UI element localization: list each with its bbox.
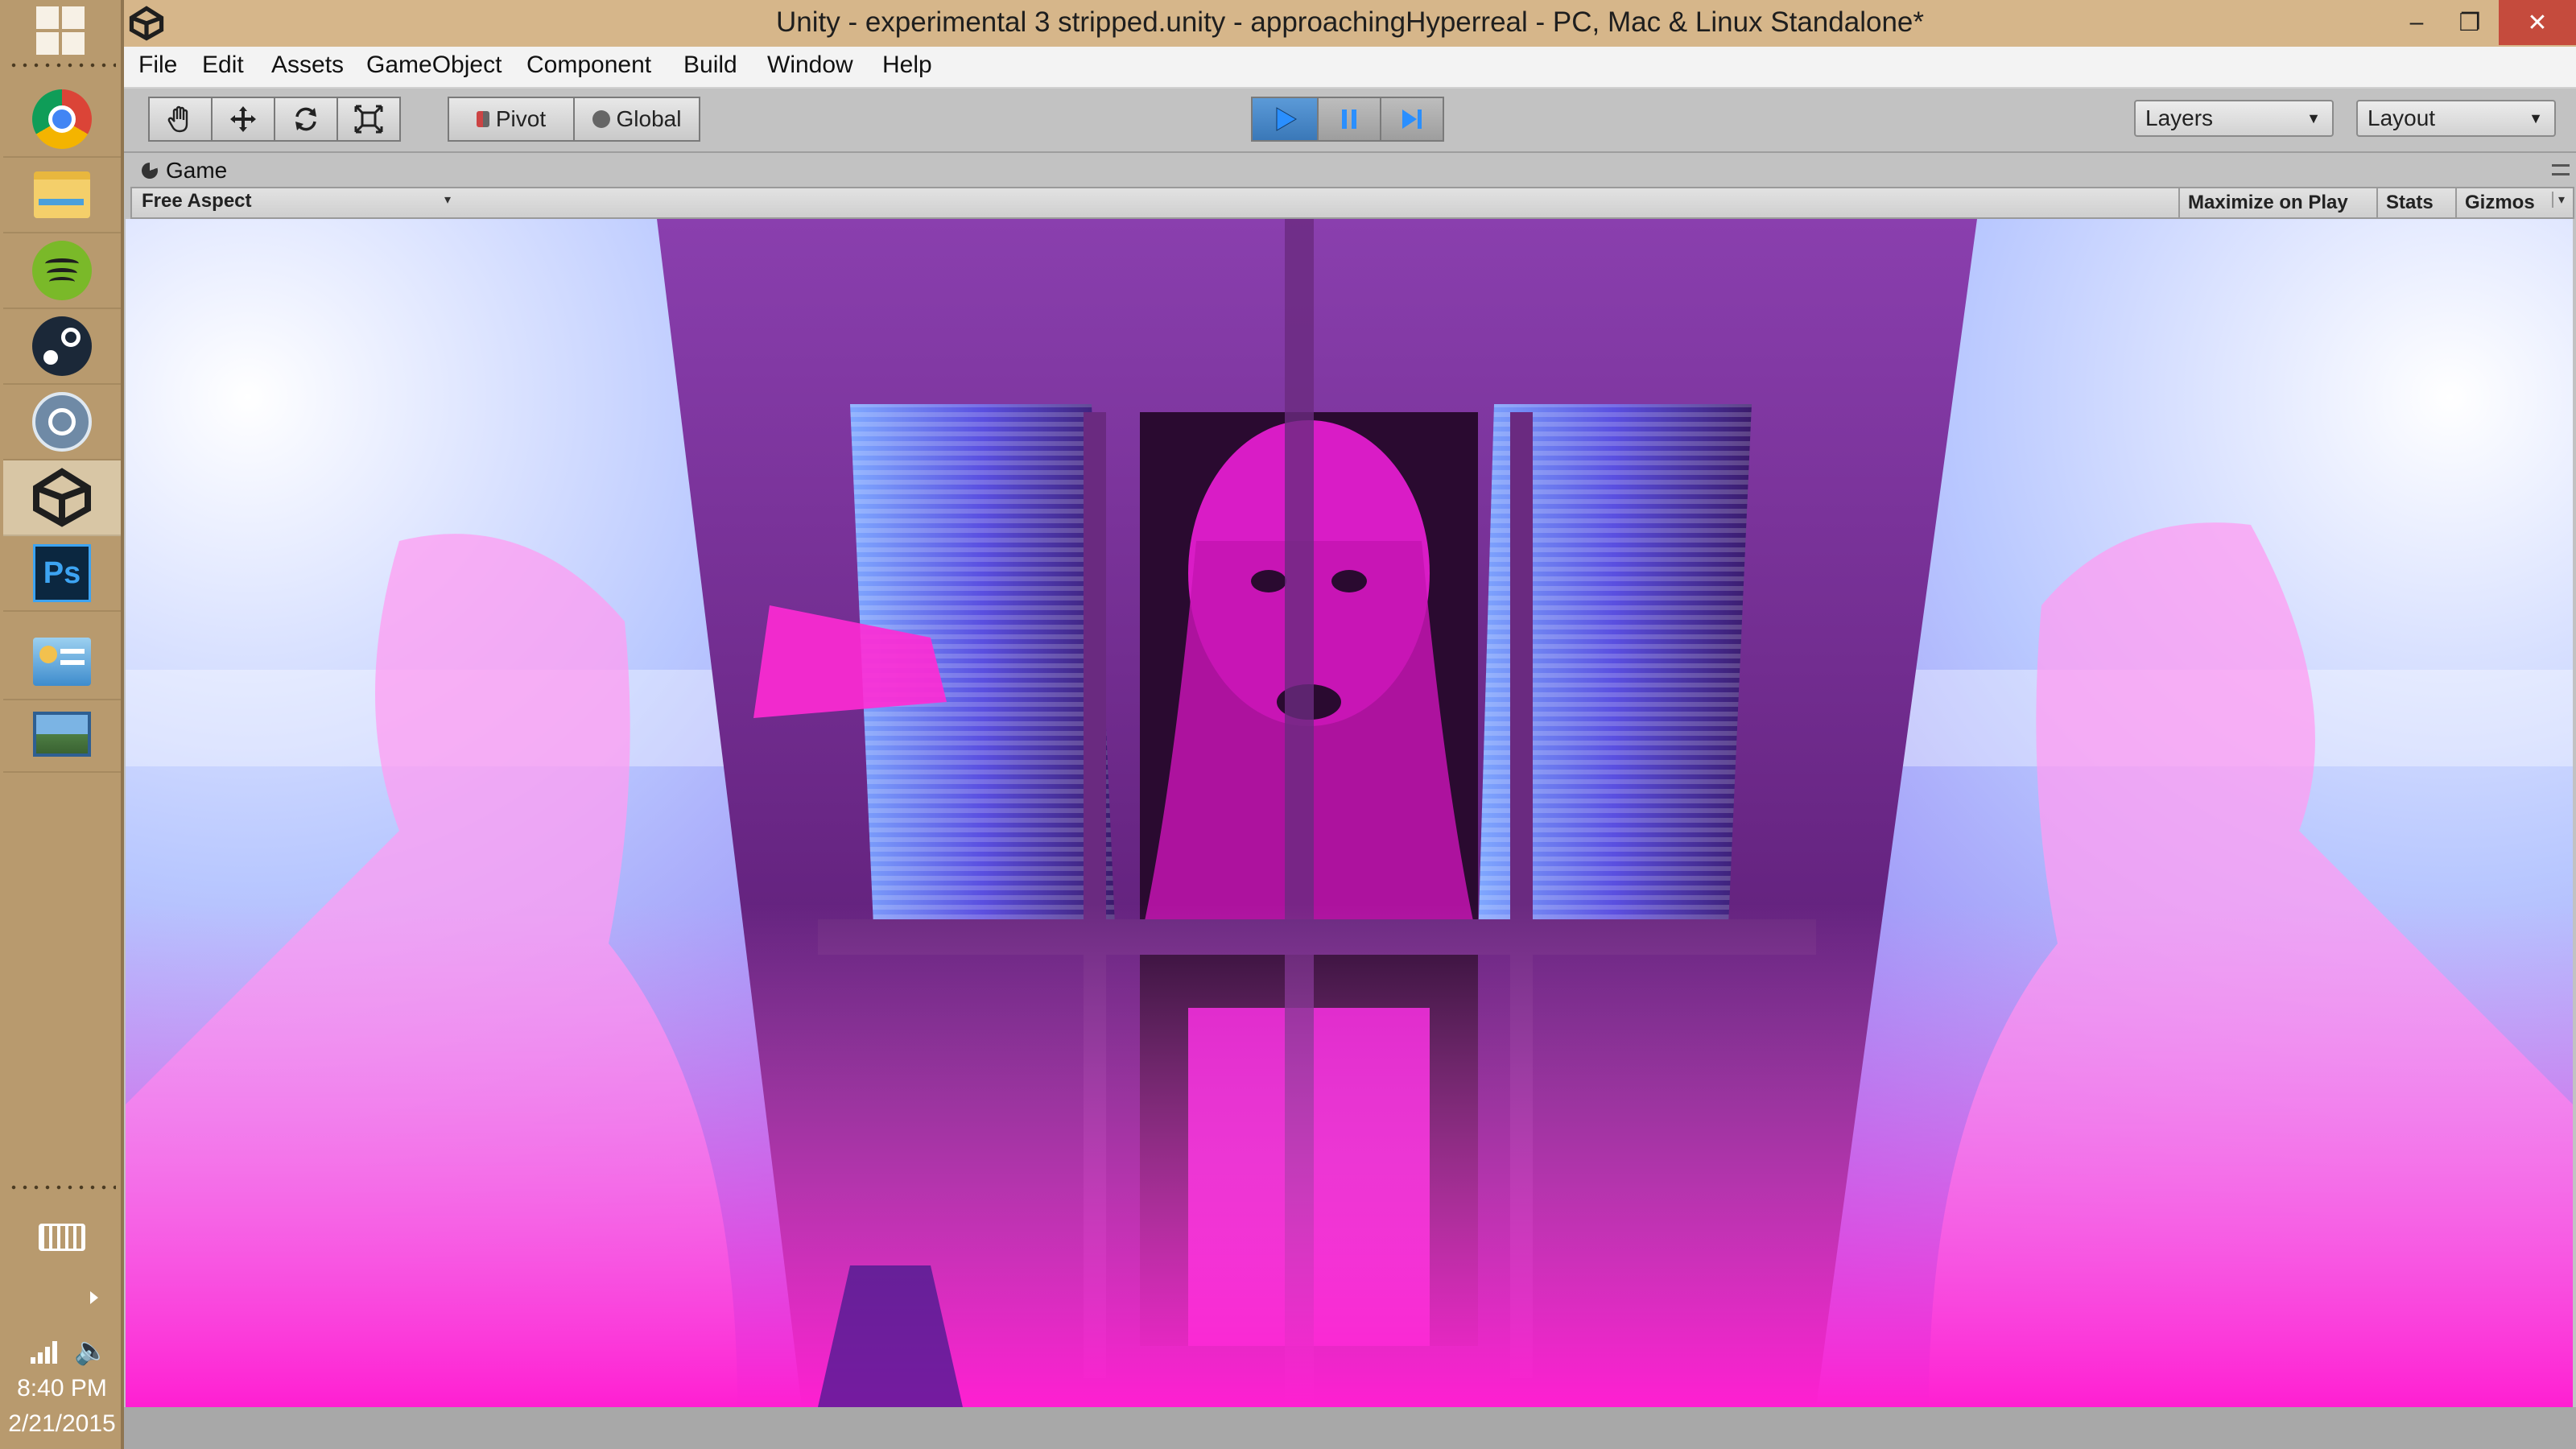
- globe-icon: [592, 110, 610, 128]
- game-viewport[interactable]: [126, 219, 2573, 1407]
- chevron-down-icon: ▼: [2306, 110, 2321, 126]
- gizmos-dropdown[interactable]: Gizmos: [2455, 188, 2562, 217]
- tab-game[interactable]: Game: [142, 156, 227, 185]
- steam-icon: [32, 316, 92, 376]
- rotate-icon: [295, 107, 316, 131]
- clock-date[interactable]: 2/21/2015: [0, 1410, 124, 1438]
- taskbar-app-monodevelop[interactable]: [3, 385, 121, 460]
- layers-label: Layers: [2145, 105, 2214, 130]
- title-bar[interactable]: Unity - experimental 3 stripped.unity - …: [124, 0, 2576, 47]
- menu-edit[interactable]: Edit: [202, 52, 244, 79]
- close-button[interactable]: ✕: [2499, 0, 2576, 45]
- taskbar-gripper-bottom: [8, 1185, 116, 1190]
- taskbar-app-chrome[interactable]: [3, 82, 121, 158]
- clock-time[interactable]: 8:40 PM: [0, 1375, 124, 1402]
- tab-game-label: Game: [166, 158, 228, 183]
- game-pacman-icon: [142, 163, 158, 179]
- pause-icon: [1342, 109, 1356, 129]
- volume-icon[interactable]: 🔈: [74, 1335, 108, 1367]
- menu-file[interactable]: File: [138, 52, 177, 79]
- taskbar-gripper: [8, 63, 116, 68]
- windows-logo-icon: [36, 6, 59, 29]
- menu-component[interactable]: Component: [526, 52, 651, 79]
- play-button[interactable]: [1251, 97, 1319, 142]
- pivot-toggle[interactable]: Pivot: [448, 97, 575, 142]
- scale-icon: [354, 105, 383, 134]
- windows-logo-icon-part: [36, 32, 59, 55]
- global-toggle[interactable]: Global: [573, 97, 700, 142]
- move-arrows-icon: [230, 106, 256, 132]
- hand-icon: [167, 105, 188, 133]
- status-bar: [124, 1407, 2576, 1449]
- menu-help[interactable]: Help: [882, 52, 932, 79]
- pivot-label: Pivot: [495, 106, 547, 131]
- spotify-icon: [32, 241, 92, 300]
- taskbar-app-explorer[interactable]: [3, 158, 121, 233]
- layout-label: Layout: [2368, 105, 2436, 130]
- game-scene-render: [126, 219, 2573, 1407]
- photoshop-icon: Ps: [33, 544, 91, 602]
- taskbar-app-steam[interactable]: [3, 309, 121, 385]
- panel-menu-icon[interactable]: [2552, 164, 2570, 175]
- toolbar: Pivot Global Layers ▼ Layout ▼: [124, 89, 2576, 153]
- photo-viewer-icon: [33, 712, 91, 757]
- menu-window[interactable]: Window: [767, 52, 853, 79]
- restore-button[interactable]: ❐: [2442, 0, 2497, 45]
- windows-logo-icon-part: [62, 32, 85, 55]
- step-button[interactable]: [1380, 97, 1444, 142]
- keyboard-icon[interactable]: [39, 1224, 85, 1251]
- menu-gameobject[interactable]: GameObject: [366, 52, 502, 79]
- chrome-icon: [32, 89, 92, 149]
- unity-icon: [33, 468, 91, 527]
- step-forward-icon: [1402, 109, 1422, 129]
- panel-tab-bar: Game: [124, 153, 2576, 185]
- menu-assets[interactable]: Assets: [271, 52, 344, 79]
- menu-build[interactable]: Build: [683, 52, 737, 79]
- unity-window: Unity - experimental 3 stripped.unity - …: [124, 0, 2576, 1449]
- taskbar-app-control-panel[interactable]: [3, 625, 121, 700]
- maximize-on-play-toggle[interactable]: Maximize on Play: [2178, 188, 2356, 217]
- menu-bar: File Edit Assets GameObject Component Bu…: [124, 47, 2576, 89]
- monodevelop-icon: [32, 392, 92, 452]
- file-explorer-icon: [34, 171, 90, 218]
- scale-tool-button[interactable]: [336, 97, 401, 142]
- game-view-toolbar: Free Aspect ▾ Maximize on Play Stats Giz…: [130, 187, 2574, 219]
- pivot-icon: [476, 111, 489, 127]
- windows-logo-icon-part: [62, 6, 85, 29]
- aspect-dropdown[interactable]: Free Aspect: [142, 190, 252, 213]
- play-icon: [1276, 107, 1297, 131]
- control-panel-icon: [33, 638, 91, 686]
- pause-button[interactable]: [1317, 97, 1381, 142]
- layers-dropdown[interactable]: Layers ▼: [2134, 100, 2334, 137]
- chevron-down-icon: ▼: [2529, 110, 2543, 126]
- taskbar-app-unity[interactable]: [3, 460, 121, 536]
- global-label: Global: [616, 106, 682, 131]
- move-tool-button[interactable]: [211, 97, 275, 142]
- aspect-chevron-icon: ▾: [444, 193, 452, 207]
- minimize-button[interactable]: –: [2389, 0, 2444, 45]
- hand-tool-button[interactable]: [148, 97, 213, 142]
- taskbar-app-spotify[interactable]: [3, 233, 121, 309]
- window-title: Unity - experimental 3 stripped.unity - …: [776, 6, 1924, 38]
- stats-toggle[interactable]: Stats: [2376, 188, 2442, 217]
- rotate-tool-button[interactable]: [274, 97, 338, 142]
- gizmos-chevron-icon: ▾: [2552, 192, 2565, 208]
- taskbar: Ps 🔈 8:40 PM 2/21/2015: [0, 0, 124, 1449]
- taskbar-app-photo-viewer[interactable]: [3, 697, 121, 773]
- network-icon[interactable]: [31, 1336, 63, 1364]
- start-button[interactable]: [36, 6, 86, 56]
- tray-expand-icon[interactable]: [90, 1291, 98, 1304]
- layout-dropdown[interactable]: Layout ▼: [2356, 100, 2556, 137]
- taskbar-app-photoshop[interactable]: Ps: [3, 536, 121, 612]
